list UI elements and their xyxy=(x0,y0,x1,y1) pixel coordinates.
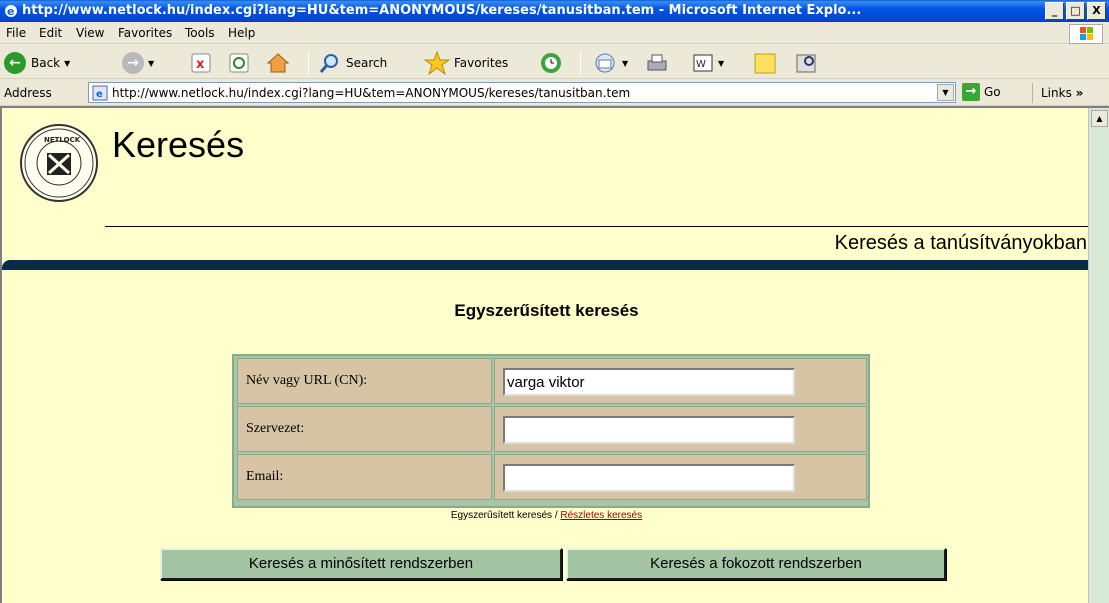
page-icon: e xyxy=(92,85,108,101)
back-label: Back xyxy=(31,56,61,70)
go-label: Go xyxy=(984,85,1001,99)
word-edit-icon: W xyxy=(693,54,713,72)
organization-field-label: Szervezet: xyxy=(246,421,305,436)
form-label-cell: Szervezet: xyxy=(237,406,492,452)
favorites-label: Favorites xyxy=(454,56,509,70)
refresh-button[interactable] xyxy=(228,50,250,76)
edit-button[interactable]: W ▼ xyxy=(692,50,724,76)
name-field-label: Név vagy URL (CN): xyxy=(246,373,368,388)
history-icon xyxy=(541,53,561,73)
windows-logo-icon xyxy=(1069,24,1103,44)
menu-file[interactable]: File xyxy=(6,26,26,40)
chevron-down-icon: ▼ xyxy=(64,58,71,68)
svg-text:W: W xyxy=(696,59,706,70)
close-button[interactable]: X xyxy=(1087,2,1106,20)
history-button[interactable] xyxy=(538,50,564,76)
print-button[interactable] xyxy=(644,50,670,76)
home-button[interactable] xyxy=(266,50,290,76)
form-row: Szervezet: xyxy=(237,406,867,452)
chevron-down-icon: ▼ xyxy=(148,58,155,68)
page-subtitle: Keresés a tanúsítványokban xyxy=(834,232,1087,254)
form-input-cell xyxy=(494,454,867,500)
search-qualified-button[interactable]: Keresés a minősített rendszerben xyxy=(160,548,562,580)
detailed-search-link[interactable]: Részletes keresés xyxy=(560,510,642,521)
discuss-button[interactable] xyxy=(752,50,778,76)
search-button[interactable]: Search xyxy=(318,50,387,76)
research-icon xyxy=(796,54,816,73)
address-input[interactable]: e http://www.netlock.hu/index.cgi?lang=H… xyxy=(88,82,956,103)
mail-icon xyxy=(595,53,615,73)
menu-help[interactable]: Help xyxy=(228,26,255,40)
home-icon xyxy=(266,53,290,73)
printer-icon xyxy=(647,54,667,71)
simple-search-text: Egyszerűsített keresés / xyxy=(450,510,558,521)
form-input-cell xyxy=(494,406,867,452)
toolbar: ← Back ▼ → ▼ x Search Favorites ▼ W ▼ xyxy=(0,45,1109,79)
netlock-seal-logo: NETLOCK xyxy=(20,124,98,202)
form-row: Név vagy URL (CN): xyxy=(237,358,867,404)
search-form-table: Név vagy URL (CN): Szervezet: Email: xyxy=(232,354,870,508)
address-label: Address xyxy=(4,86,52,100)
page-title: Keresés xyxy=(112,124,245,165)
favorites-button[interactable]: Favorites xyxy=(424,50,508,76)
forward-arrow-icon: → xyxy=(122,52,144,74)
form-label-cell: Név vagy URL (CN): xyxy=(237,358,492,404)
search-label: Search xyxy=(346,56,388,70)
forward-button[interactable]: → ▼ xyxy=(122,50,154,76)
stop-icon: x xyxy=(191,53,211,73)
form-row: Email: xyxy=(237,454,867,500)
back-button[interactable]: ← Back ▼ xyxy=(4,50,70,76)
chevron-down-icon: ▼ xyxy=(718,58,725,68)
menu-bar: File Edit View Favorites Tools Help xyxy=(0,22,1109,44)
stop-button[interactable]: x xyxy=(190,50,212,76)
form-label-cell: Email: xyxy=(237,454,492,500)
address-dropdown-button[interactable]: ▼ xyxy=(937,84,954,101)
svg-text:x: x xyxy=(196,57,205,72)
separator xyxy=(580,51,581,75)
refresh-icon xyxy=(229,53,249,73)
notes-icon xyxy=(754,53,776,74)
go-button[interactable]: → Go xyxy=(962,83,1001,101)
search-mode-switch: Egyszerűsített keresés / Részletes keres… xyxy=(2,510,1091,521)
svg-text:e: e xyxy=(96,89,103,100)
go-arrow-icon: → xyxy=(962,83,980,101)
header-divider xyxy=(105,226,1090,227)
form-title: Egyszerűsített keresés xyxy=(454,301,639,320)
email-field-label: Email: xyxy=(246,469,284,484)
address-url: http://www.netlock.hu/index.cgi?lang=HU&… xyxy=(112,86,631,100)
internet-explorer-icon: e xyxy=(5,5,17,18)
page-viewport: NETLOCK Keresés Keresés a tanúsítványokb… xyxy=(0,106,1109,603)
menu-view[interactable]: View xyxy=(76,26,104,40)
svg-text:e: e xyxy=(7,5,14,18)
name-url-input[interactable] xyxy=(503,368,795,396)
form-input-cell xyxy=(494,358,867,404)
maximize-button[interactable]: □ xyxy=(1066,2,1085,20)
menu-edit[interactable]: Edit xyxy=(39,26,62,40)
address-bar: Address e http://www.netlock.hu/index.cg… xyxy=(0,80,1109,106)
mail-button[interactable]: ▼ xyxy=(592,50,628,76)
menu-tools[interactable]: Tools xyxy=(185,26,215,40)
minimize-button[interactable]: _ xyxy=(1045,2,1064,20)
links-button[interactable]: Links » xyxy=(1032,83,1109,103)
back-arrow-icon: ← xyxy=(4,52,26,74)
email-input[interactable] xyxy=(503,464,795,492)
organization-input[interactable] xyxy=(503,416,795,444)
vertical-scrollbar[interactable]: ▲ xyxy=(1088,108,1109,603)
menu-favorites[interactable]: Favorites xyxy=(118,26,172,40)
research-button[interactable] xyxy=(794,50,820,76)
window-title-bar[interactable]: e http://www.netlock.hu/index.cgi?lang=H… xyxy=(0,0,1109,22)
scroll-up-button[interactable]: ▲ xyxy=(1091,110,1108,127)
search-icon xyxy=(319,54,338,73)
separator xyxy=(308,51,309,75)
chevron-down-icon: ▼ xyxy=(622,58,629,68)
navigation-stripe xyxy=(2,260,1091,270)
svg-text:NETLOCK: NETLOCK xyxy=(44,136,81,144)
search-enhanced-button[interactable]: Keresés a fokozott rendszerben xyxy=(566,548,946,580)
links-label: Links xyxy=(1041,86,1072,100)
window-title: http://www.netlock.hu/index.cgi?lang=HU&… xyxy=(22,3,862,18)
favorites-star-icon xyxy=(424,51,450,75)
